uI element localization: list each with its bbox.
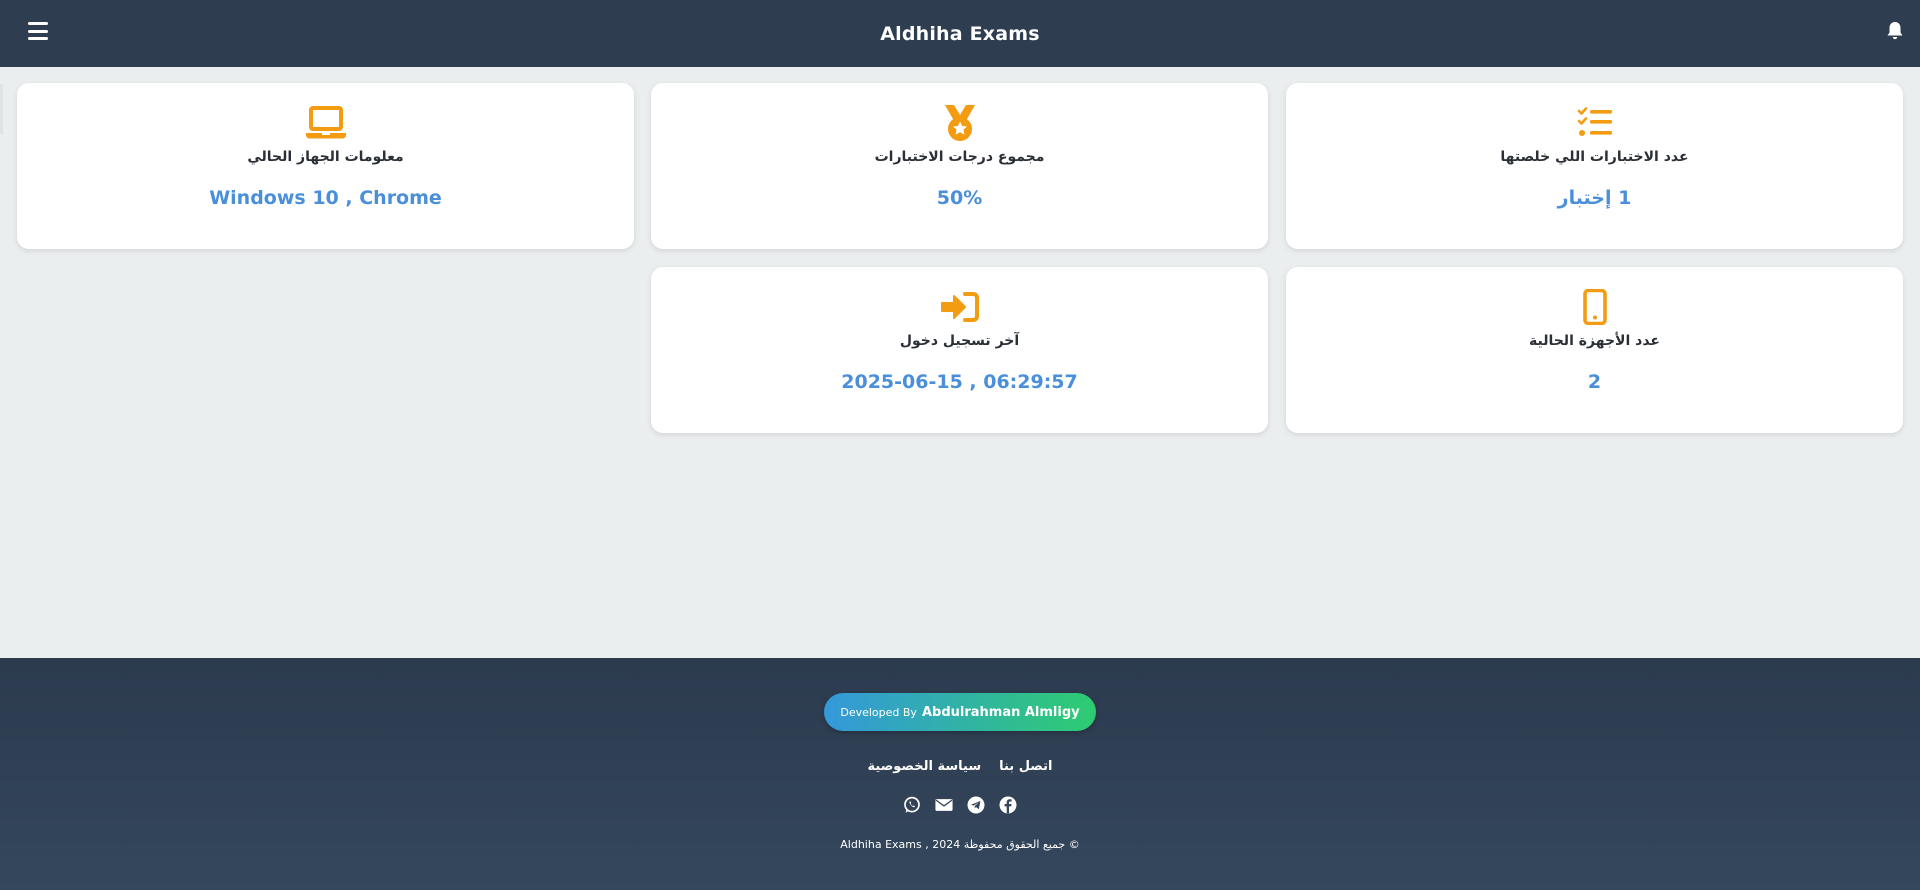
privacy-policy-link[interactable]: سياسة الخصوصية: [868, 759, 982, 774]
sidebar-edge: [0, 84, 3, 134]
stat-value: 1 إختبار: [1557, 187, 1632, 209]
app-title: Aldhiha Exams: [880, 22, 1040, 45]
telegram-icon[interactable]: [967, 796, 985, 814]
footer: Developed By Abdulrahman Almligy اتصل بن…: [0, 658, 1920, 890]
copyright-text: © جميع الحقوق محفوظة 2024 , Aldhiha Exam…: [840, 838, 1080, 851]
stat-card-total-grades: مجموع درجات الاختبارات 50%: [651, 83, 1268, 249]
footer-links: اتصل بنا سياسة الخصوصية: [868, 759, 1053, 774]
stat-card-devices-count: عدد الأجهزة الحالية 2: [1286, 267, 1903, 433]
stat-label: عدد الاختبارات اللي خلصتها: [1500, 149, 1689, 165]
developer-badge[interactable]: Developed By Abdulrahman Almligy: [824, 693, 1096, 731]
contact-us-link[interactable]: اتصل بنا: [999, 759, 1052, 774]
laptop-icon: [305, 103, 347, 143]
stat-value: 2025-06-15 , 06:29:57: [841, 371, 1078, 393]
bell-icon[interactable]: [1886, 21, 1904, 41]
stat-card-device-info: معلومات الجهاز الحالي Windows 10 , Chrom…: [17, 83, 634, 249]
top-navbar: Aldhiha Exams: [0, 0, 1920, 67]
stat-value: 50%: [936, 187, 983, 209]
stat-value: Windows 10 , Chrome: [209, 187, 442, 209]
sign-in-icon: [940, 287, 979, 327]
stat-card-last-login: آخر تسجيل دخول 2025-06-15 , 06:29:57: [651, 267, 1268, 433]
stat-label: معلومات الجهاز الحالي: [247, 149, 404, 165]
stat-label: آخر تسجيل دخول: [899, 333, 1020, 349]
whatsapp-icon[interactable]: [903, 796, 921, 814]
stat-label: مجموع درجات الاختبارات: [874, 149, 1045, 165]
stat-label: عدد الأجهزة الحالية: [1529, 333, 1660, 349]
tasks-list-icon: [1577, 103, 1613, 143]
mobile-phone-icon: [1582, 287, 1607, 327]
email-icon[interactable]: [935, 796, 953, 814]
facebook-icon[interactable]: [999, 796, 1017, 814]
developer-prefix: Developed By: [840, 705, 917, 719]
medal-icon: [943, 103, 977, 143]
hamburger-menu-icon[interactable]: [28, 22, 48, 40]
stat-card-exams-completed: عدد الاختبارات اللي خلصتها 1 إختبار: [1286, 83, 1903, 249]
social-links: [903, 796, 1017, 814]
stat-value: 2: [1587, 371, 1602, 393]
developer-name: Abdulrahman Almligy: [921, 704, 1080, 720]
